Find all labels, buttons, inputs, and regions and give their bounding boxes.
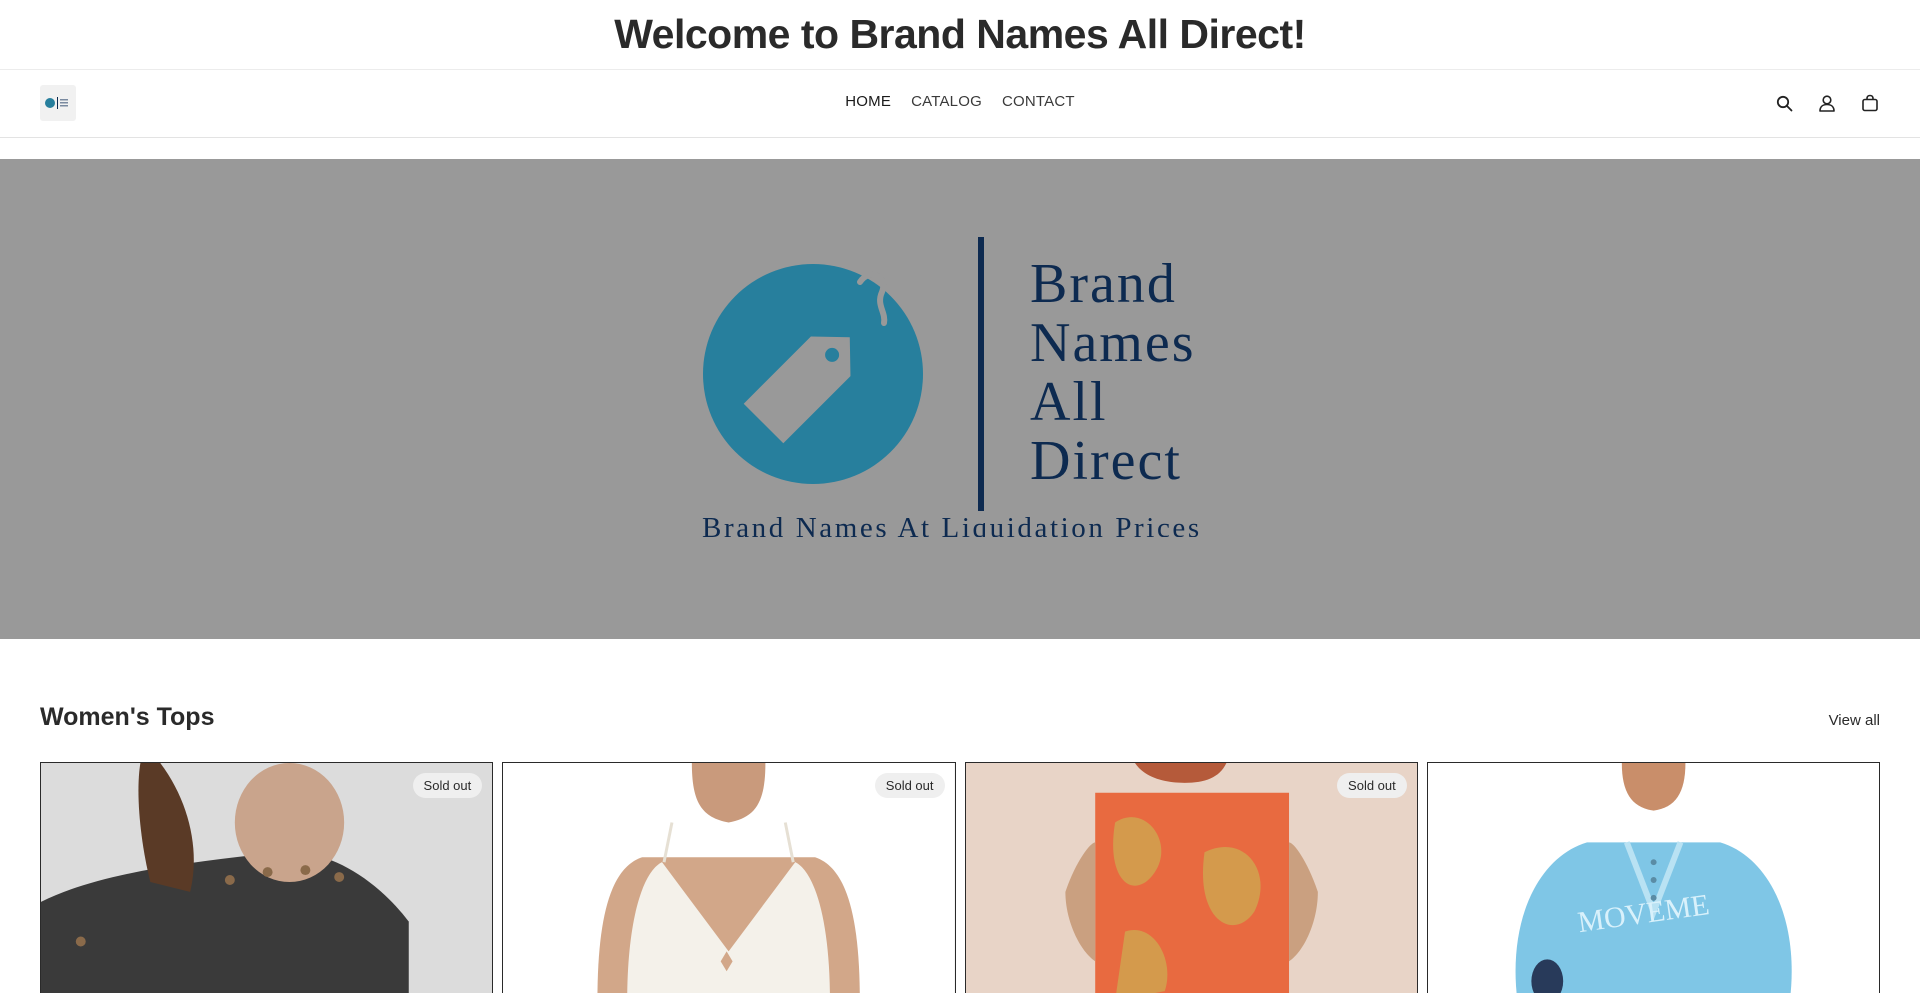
product-grid: Sold out Sold out Sold out MOVEME [40, 762, 1880, 993]
collection-title: Women's Tops [40, 703, 215, 731]
sold-out-badge: Sold out [412, 773, 483, 798]
product-card[interactable]: Sold out [40, 762, 494, 993]
account-icon[interactable] [1817, 93, 1837, 113]
nav-contact[interactable]: CONTACT [1002, 93, 1075, 110]
site-header: HOME CATALOG CONTACT [0, 71, 1920, 138]
product-card[interactable]: MOVEME [1426, 762, 1880, 993]
hero-brand-logo: Brand Names All Direct Brand Names At Li… [702, 237, 1202, 537]
announcement-text: Welcome to Brand Names All Direct! [614, 11, 1306, 57]
main-nav: HOME CATALOG CONTACT [0, 93, 1920, 110]
product-card[interactable]: Sold out [964, 762, 1418, 993]
announcement-bar: Welcome to Brand Names All Direct! [0, 0, 1920, 70]
sold-out-badge: Sold out [874, 773, 945, 798]
view-all-link[interactable]: View all [1829, 712, 1880, 729]
sold-out-badge: Sold out [1337, 773, 1407, 798]
hero-brand-line-3: All [1030, 371, 1108, 433]
cart-icon[interactable] [1860, 93, 1880, 113]
search-icon[interactable] [1774, 93, 1794, 113]
header-icons [1774, 93, 1880, 113]
hero-divider [978, 237, 984, 511]
product-image: MOVEME [1427, 763, 1879, 993]
product-card[interactable]: Sold out [502, 762, 956, 993]
price-tag-icon [703, 264, 923, 484]
hero-brand-line-1: Brand [1030, 253, 1177, 315]
nav-home[interactable]: HOME [845, 93, 891, 110]
hero-brand-line-4: Direct [1030, 430, 1182, 492]
hero-brand-line-2: Names [1030, 312, 1196, 374]
hero-banner: Brand Names All Direct Brand Names At Li… [0, 159, 1920, 639]
hero-tagline: Brand Names At Liquidation Prices [702, 512, 1202, 537]
nav-catalog[interactable]: CATALOG [911, 93, 982, 110]
